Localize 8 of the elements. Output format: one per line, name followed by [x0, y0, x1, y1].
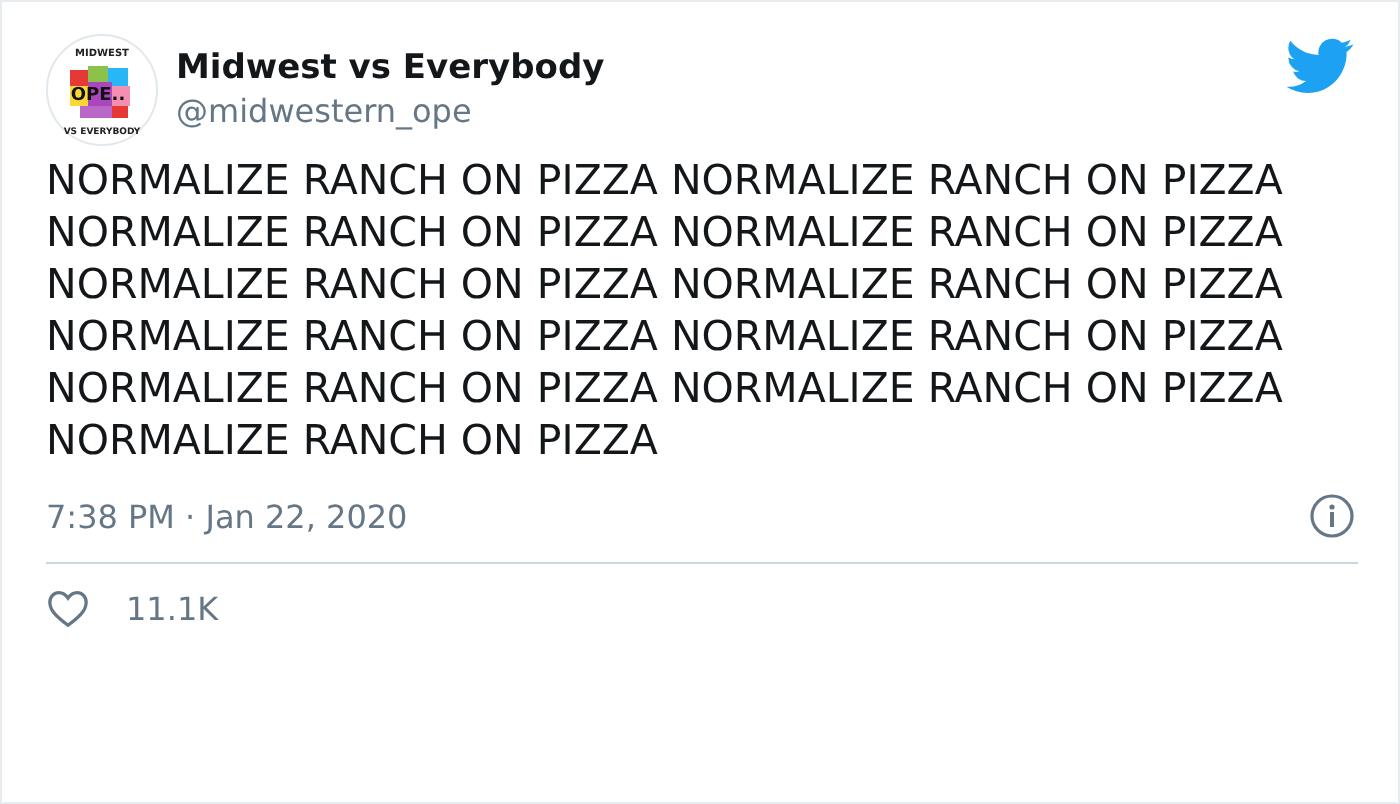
like-button[interactable]: 11.1K	[46, 588, 219, 628]
heart-icon	[46, 588, 90, 628]
info-icon[interactable]	[1310, 494, 1354, 538]
timestamp[interactable]: 7:38 PM · Jan 22, 2020	[46, 497, 408, 535]
tweet-text: NORMALIZE RANCH ON PIZZA NORMALIZE RANCH ON PIZZA NORMALIZE RANCH ON PIZZA NORMALIZE RANCH ON PIZZA NORMALIZE RANCH ON PIZZA NORMALIZE RANCH ON PIZZA NORMALIZE RANCH ON PIZZA NORMALIZE RANCH ON PIZZA NORMALIZE RANCH ON PIZZA NORMALIZE RANCH ON PIZZA NORMALIZE RANCH ON PIZZA	[46, 154, 1285, 466]
author-handle[interactable]: @midwestern_ope	[176, 90, 1286, 134]
author-name[interactable]: Midwest vs Everybody	[176, 46, 1286, 90]
bird-logo-icon[interactable]	[1286, 38, 1354, 94]
